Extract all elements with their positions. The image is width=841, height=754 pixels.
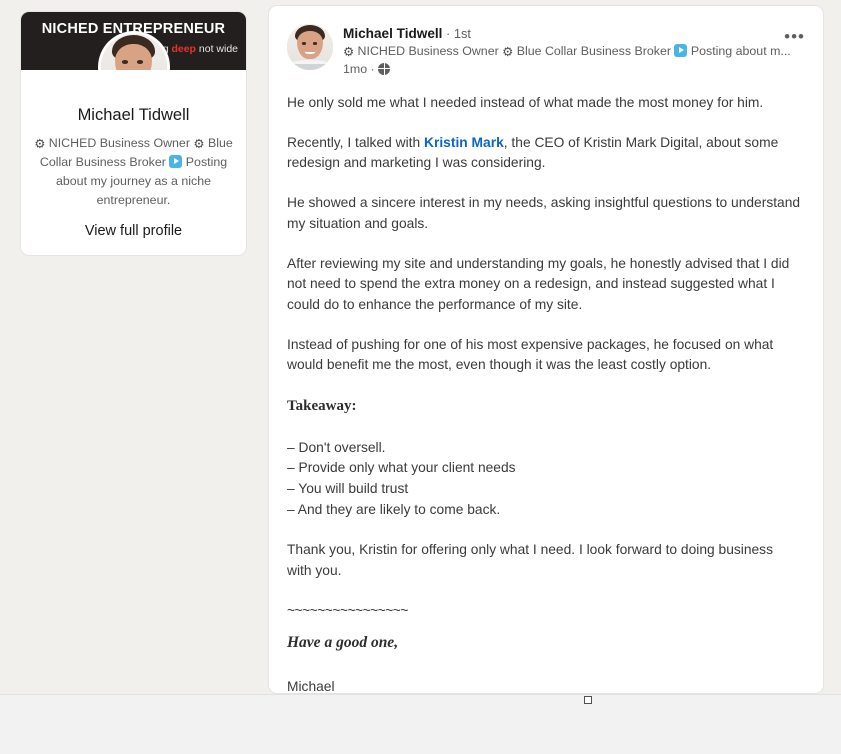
takeaway-item: – You will build trust xyxy=(287,480,409,496)
takeaway-list: – Don't oversell. – Provide only what yo… xyxy=(287,438,801,521)
post-header-text: Michael Tidwell · 1st ⚙ NICHED Business … xyxy=(343,24,809,79)
portrait-illustration xyxy=(100,34,167,70)
play-badge-icon xyxy=(674,43,688,57)
headline-part1: NICHED Business Owner xyxy=(354,43,503,58)
post-body: He only sold me what I needed instead of… xyxy=(269,79,823,694)
post-paragraph-4: After reviewing my site and understandin… xyxy=(287,256,790,312)
connection-degree: 1st xyxy=(453,26,471,41)
tagline-post: not wide xyxy=(195,43,238,55)
gear-icon: ⚙ xyxy=(502,44,514,59)
post-paragraph-2: Recently, I talked with Kristin Mark, th… xyxy=(287,133,801,174)
play-badge-icon xyxy=(169,154,183,168)
mention-link-kristin-mark[interactable]: Kristin Mark xyxy=(424,135,504,150)
resize-handle[interactable] xyxy=(584,696,592,704)
post-author-name: Michael Tidwell xyxy=(343,26,443,41)
profile-name: Michael Tidwell xyxy=(77,106,190,124)
post-author-avatar[interactable] xyxy=(287,24,333,70)
takeaway-item: – Don't oversell. xyxy=(287,439,386,455)
profile-avatar-image xyxy=(100,34,167,70)
post-header: Michael Tidwell · 1st ⚙ NICHED Business … xyxy=(269,6,823,79)
takeaway-heading: Takeaway: xyxy=(287,398,357,415)
post-options-menu-button[interactable]: ••• xyxy=(780,26,809,47)
globe-icon xyxy=(378,62,391,75)
portrait-illustration xyxy=(287,24,333,70)
page-background-bottom xyxy=(0,694,841,754)
tilde-divider: ~~~~~~~~~~~~~~~~ xyxy=(287,602,408,618)
profile-banner: NICHED ENTREPRENEUR dig deep not wide xyxy=(21,12,246,70)
headline-part2: Blue Collar Business Broker xyxy=(513,43,675,58)
post-timestamp: 1mo xyxy=(343,61,368,76)
signoff-text: Have a good one, xyxy=(287,634,399,652)
gear-icon: ⚙ xyxy=(193,137,205,151)
post-paragraph-1: He only sold me what I needed instead of… xyxy=(287,94,764,110)
para2-pre: Recently, I talked with xyxy=(287,134,425,150)
meta-separator: · xyxy=(367,61,379,76)
post-meta: 1mo · xyxy=(343,61,809,79)
post-paragraph-3: He showed a sincere interest in my needs… xyxy=(287,195,801,231)
takeaway-item: – And they are likely to come back. xyxy=(287,501,501,517)
gear-icon: ⚙ xyxy=(34,137,46,151)
profile-bio: ⚙ NICHED Business Owner ⚙ Blue Collar Bu… xyxy=(33,134,234,209)
post-paragraph-5: Instead of pushing for one of his most e… xyxy=(287,336,774,373)
takeaway-item: – Provide only what your client needs xyxy=(287,460,516,476)
signature-name: Michael xyxy=(287,678,335,694)
tagline-accent: deep xyxy=(171,43,196,55)
post-author-line[interactable]: Michael Tidwell · 1st xyxy=(343,25,809,43)
profile-card: NICHED ENTREPRENEUR dig deep not wide Mi… xyxy=(20,11,247,257)
post-card: Michael Tidwell · 1st ⚙ NICHED Business … xyxy=(268,5,824,694)
view-full-profile-link[interactable]: View full profile xyxy=(33,223,234,239)
post-paragraph-6: Thank you, Kristin for offering only wha… xyxy=(287,542,773,578)
author-separator: · xyxy=(442,26,454,41)
post-author-headline: ⚙ NICHED Business Owner ⚙ Blue Collar Bu… xyxy=(343,43,809,61)
gear-icon: ⚙ xyxy=(343,44,355,59)
profile-avatar[interactable] xyxy=(97,31,170,70)
profile-card-body: Michael Tidwell ⚙ NICHED Business Owner … xyxy=(21,70,246,255)
headline-part3: Posting about m... xyxy=(687,43,791,58)
profile-bio-part1: NICHED Business Owner xyxy=(45,136,194,150)
